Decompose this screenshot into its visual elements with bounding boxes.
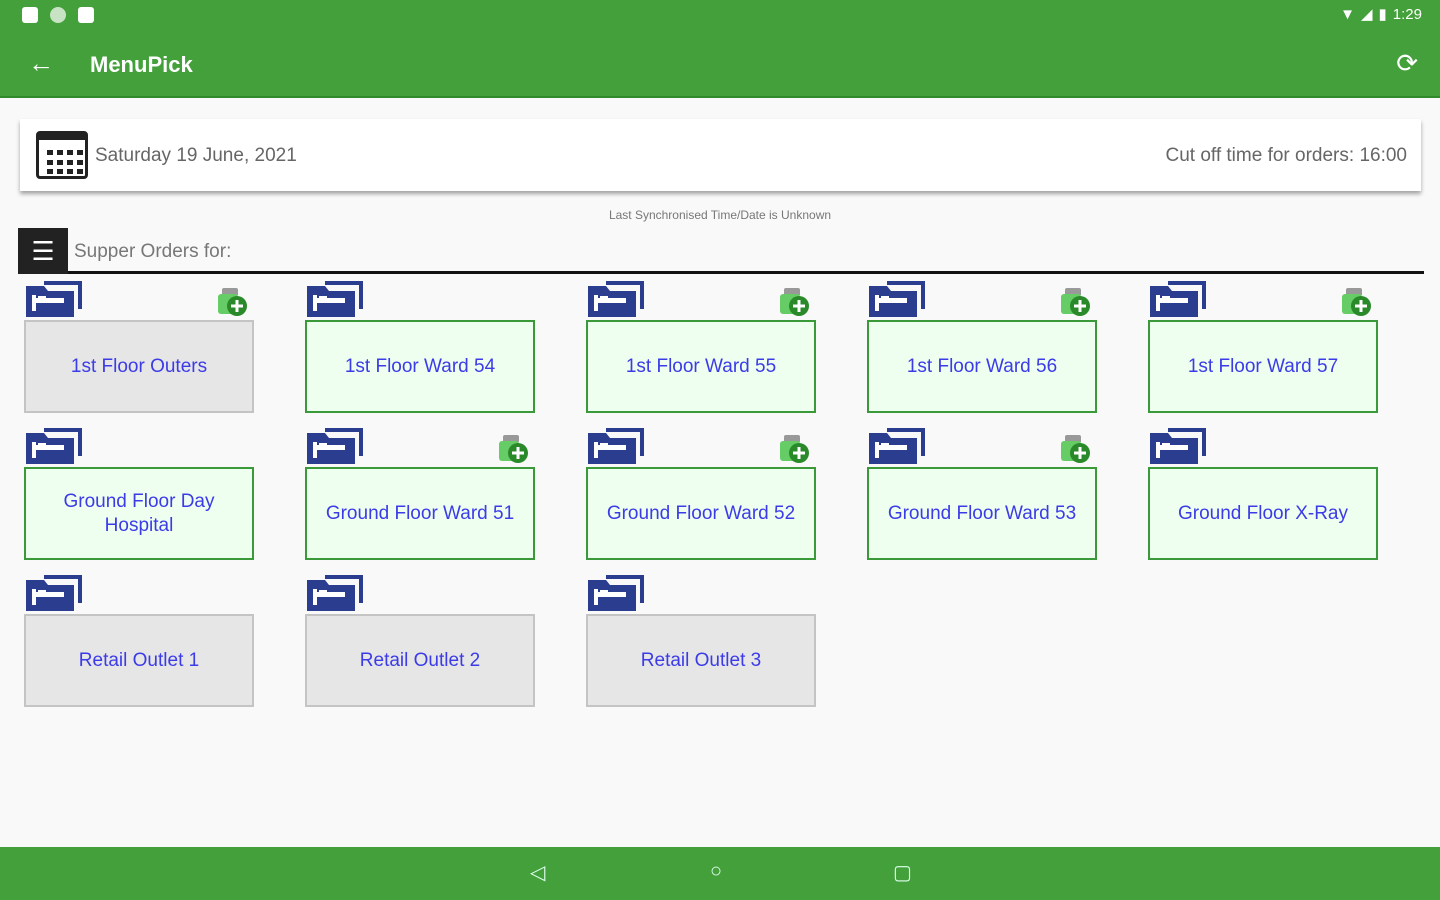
nav-recents-icon[interactable]: ▢: [893, 860, 912, 885]
notification-icons: [22, 7, 94, 23]
nav-back-icon[interactable]: ◁: [530, 860, 545, 885]
add-order-icon[interactable]: [1059, 286, 1091, 318]
ward-button[interactable]: 1st Floor Ward 57: [1148, 320, 1378, 413]
ward-folder-icon: [305, 427, 367, 465]
sd-card-icon: [78, 7, 94, 23]
wifi-icon: ▼: [1340, 5, 1355, 23]
notification-icon: [22, 7, 38, 23]
selected-date[interactable]: Saturday 19 June, 2021: [95, 145, 297, 167]
app-bar: ← MenuPick ⟳: [0, 30, 1440, 98]
ward-label: 1st Floor Outers: [70, 355, 208, 377]
ward-folder-icon: [1148, 280, 1210, 318]
add-order-icon[interactable]: [778, 433, 810, 465]
battery-icon: ▮: [1378, 6, 1387, 23]
ward-label: Ground Floor Ward 51: [325, 502, 515, 524]
ward-folder-icon: [586, 427, 648, 465]
add-order-icon[interactable]: [216, 286, 248, 318]
ward-tile[interactable]: 1st Floor Ward 54: [305, 280, 535, 413]
ward-tile[interactable]: Ground Floor X-Ray: [1148, 427, 1378, 560]
ward-folder-icon: [1148, 427, 1210, 465]
signal-icon: ◢: [1360, 6, 1373, 23]
ward-label: Retail Outlet 3: [640, 649, 762, 671]
ward-label: 1st Floor Ward 56: [906, 355, 1058, 377]
ward-folder-icon: [24, 427, 86, 465]
ward-tile[interactable]: Ground Floor Day Hospital: [24, 427, 254, 560]
ward-label: Ground Floor Ward 53: [887, 502, 1077, 524]
ward-tile[interactable]: Ground Floor Ward 53: [867, 427, 1097, 560]
ward-label: Ground Floor X-Ray: [1177, 502, 1348, 524]
ward-tile[interactable]: Retail Outlet 2: [305, 574, 535, 707]
ward-button[interactable]: 1st Floor Ward 56: [867, 320, 1097, 413]
ward-button[interactable]: 1st Floor Ward 54: [305, 320, 535, 413]
ward-folder-icon: [24, 280, 86, 318]
ward-button[interactable]: Ground Floor Ward 51: [305, 467, 535, 560]
ward-button[interactable]: Ground Floor Ward 53: [867, 467, 1097, 560]
back-arrow-icon[interactable]: ←: [28, 48, 54, 79]
menu-order-icon: ☰: [18, 228, 68, 274]
date-bar: Saturday 19 June, 2021 Cut off time for …: [20, 119, 1421, 191]
calendar-icon[interactable]: [36, 131, 88, 179]
ward-button[interactable]: Ground Floor X-Ray: [1148, 467, 1378, 560]
ward-tile[interactable]: Ground Floor Ward 51: [305, 427, 535, 560]
ward-button[interactable]: Retail Outlet 3: [586, 614, 816, 707]
ward-folder-icon: [586, 574, 648, 612]
ward-label: 1st Floor Ward 57: [1187, 355, 1339, 377]
app-title: MenuPick: [90, 52, 193, 77]
ward-button[interactable]: 1st Floor Ward 55: [586, 320, 816, 413]
ward-folder-icon: [305, 574, 367, 612]
ward-tile[interactable]: 1st Floor Outers: [24, 280, 254, 413]
ward-button[interactable]: Retail Outlet 2: [305, 614, 535, 707]
ward-tile[interactable]: Retail Outlet 1: [24, 574, 254, 707]
navigation-bar: ◁ ○ ▢: [0, 847, 1440, 900]
clock: 1:29: [1392, 5, 1422, 23]
ward-tile[interactable]: 1st Floor Ward 57: [1148, 280, 1378, 413]
ward-button[interactable]: Retail Outlet 1: [24, 614, 254, 707]
ward-tile[interactable]: Ground Floor Ward 52: [586, 427, 816, 560]
status-bar: ▼ ◢ ▮ 1:29: [0, 0, 1440, 30]
cutoff-time: Cut off time for orders: 16:00: [1165, 145, 1408, 166]
ward-folder-icon: [24, 574, 86, 612]
ward-tile[interactable]: 1st Floor Ward 56: [867, 280, 1097, 413]
sync-status: Last Synchronised Time/Date is Unknown: [608, 208, 832, 222]
ward-folder-icon: [305, 280, 367, 318]
section-label: Supper Orders for:: [74, 241, 232, 262]
notification-icon: [50, 7, 66, 23]
ward-button[interactable]: Ground Floor Day Hospital: [24, 467, 254, 560]
ward-label: Retail Outlet 1: [78, 649, 200, 671]
ward-button[interactable]: 1st Floor Outers: [24, 320, 254, 413]
section-header: ☰ Supper Orders for:: [18, 228, 1424, 274]
sync-icon[interactable]: ⟳: [1396, 48, 1418, 79]
add-order-icon[interactable]: [1059, 433, 1091, 465]
ward-label: 1st Floor Ward 55: [625, 355, 777, 377]
add-order-icon[interactable]: [778, 286, 810, 318]
nav-home-icon[interactable]: ○: [710, 860, 722, 883]
add-order-icon[interactable]: [1340, 286, 1372, 318]
ward-folder-icon: [867, 280, 929, 318]
ward-label: Retail Outlet 2: [359, 649, 481, 671]
ward-label: Ground Floor Ward 52: [606, 502, 796, 524]
add-order-icon[interactable]: [497, 433, 529, 465]
ward-folder-icon: [867, 427, 929, 465]
ward-label: Ground Floor Day Hospital: [63, 490, 215, 536]
ward-button[interactable]: Ground Floor Ward 52: [586, 467, 816, 560]
ward-label: 1st Floor Ward 54: [344, 355, 496, 377]
ward-tile[interactable]: Retail Outlet 3: [586, 574, 816, 707]
ward-tile[interactable]: 1st Floor Ward 55: [586, 280, 816, 413]
ward-folder-icon: [586, 280, 648, 318]
